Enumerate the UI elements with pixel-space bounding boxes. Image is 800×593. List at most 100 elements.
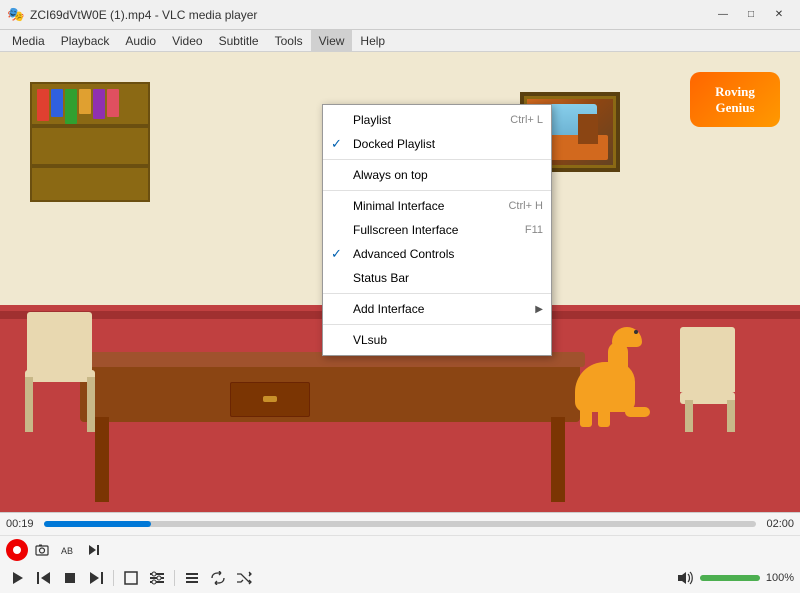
shelf-books <box>37 89 119 124</box>
loop-ab-icon: A B <box>60 542 76 558</box>
title-bar: 🎭 ZCI69dVtW0E (1).mp4 - VLC media player… <box>0 0 800 30</box>
volume-label: 100% <box>766 572 794 584</box>
snapshot-button[interactable] <box>30 539 54 561</box>
loop-ab-button[interactable]: A B <box>56 539 80 561</box>
maximize-button[interactable]: □ <box>738 5 764 25</box>
menu-vlsub-label: VLsub <box>353 333 387 347</box>
scene-logo: RovingGenius <box>690 72 780 127</box>
picture-rock <box>578 114 598 144</box>
menu-fullscreen-interface[interactable]: Fullscreen Interface F11 <box>323 218 551 242</box>
extended-controls-icon <box>149 571 165 585</box>
menu-section-5: VLsub <box>323 325 551 355</box>
advanced-controls-row: A B <box>0 535 800 563</box>
frame-advance-button[interactable] <box>82 539 106 561</box>
shelf-unit <box>30 82 150 202</box>
menu-always-on-top-label: Always on top <box>353 168 428 182</box>
stop-icon <box>64 572 76 584</box>
menu-minimal-interface-label: Minimal Interface <box>353 199 444 213</box>
book-1 <box>37 89 49 121</box>
total-time: 02:00 <box>762 518 794 530</box>
current-time: 00:19 <box>6 518 38 530</box>
menu-section-3: Minimal Interface Ctrl+ H Fullscreen Int… <box>323 191 551 294</box>
menu-add-interface[interactable]: Add Interface ▶ <box>323 297 551 321</box>
shelf-row-2 <box>32 164 148 168</box>
desk-leg-right <box>551 417 565 502</box>
loop-icon <box>210 571 226 585</box>
menu-vlsub[interactable]: VLsub <box>323 328 551 352</box>
menu-advanced-controls[interactable]: ✓ Advanced Controls <box>323 242 551 266</box>
volume-fill <box>700 575 760 581</box>
dino-leg1 <box>580 407 592 427</box>
loop-button[interactable] <box>206 567 230 589</box>
menu-help[interactable]: Help <box>352 30 393 51</box>
menu-view[interactable]: View <box>311 30 353 51</box>
menu-docked-playlist[interactable]: ✓ Docked Playlist <box>323 132 551 156</box>
book-5 <box>93 89 105 119</box>
menu-audio[interactable]: Audio <box>117 30 164 51</box>
menu-section-4: Add Interface ▶ <box>323 294 551 325</box>
svg-text:B: B <box>67 546 73 556</box>
chair-right-leg1 <box>685 400 693 432</box>
scene-bookshelf <box>30 82 150 202</box>
random-icon <box>236 571 252 585</box>
stop-button[interactable] <box>58 567 82 589</box>
fullscreen-button[interactable] <box>119 567 143 589</box>
app-icon: 🎭 <box>8 7 24 23</box>
book-6 <box>107 89 119 117</box>
chair-right-back <box>680 327 735 392</box>
previous-icon <box>36 571 52 585</box>
chair-leg-1 <box>25 377 33 432</box>
frame-advance-icon <box>86 542 102 558</box>
dino-leg2 <box>598 407 610 427</box>
controls-separator-2 <box>174 570 175 586</box>
chair-leg-2 <box>87 377 95 432</box>
window-title: ZCI69dVtW0E (1).mp4 - VLC media player <box>30 8 710 22</box>
play-icon <box>11 571 25 585</box>
video-area: RovingGenius Playlist Ctrl+ L ✓ Docked P… <box>0 52 800 512</box>
menu-video[interactable]: Video <box>164 30 210 51</box>
record-button[interactable] <box>6 539 28 561</box>
book-4 <box>79 89 91 114</box>
dino-tail <box>625 407 650 417</box>
scene-chair-right <box>680 332 740 432</box>
next-icon <box>88 571 104 585</box>
extended-controls-button[interactable] <box>145 567 169 589</box>
progress-track[interactable] <box>44 521 756 527</box>
menu-fullscreen-interface-label: Fullscreen Interface <box>353 223 458 237</box>
random-button[interactable] <box>232 567 256 589</box>
menu-playlist[interactable]: Playlist Ctrl+ L <box>323 108 551 132</box>
menu-tools[interactable]: Tools <box>267 30 311 51</box>
menu-advanced-controls-label: Advanced Controls <box>353 247 454 261</box>
play-button[interactable] <box>6 567 30 589</box>
scene-desk <box>80 362 580 422</box>
menu-section-1: Playlist Ctrl+ L ✓ Docked Playlist <box>323 105 551 160</box>
chair-right-leg2 <box>727 400 735 432</box>
previous-button[interactable] <box>32 567 56 589</box>
volume-icon-button[interactable] <box>674 567 698 589</box>
menu-section-2: Always on top <box>323 160 551 191</box>
volume-track[interactable] <box>700 575 760 581</box>
shelf-row-1 <box>32 124 148 128</box>
menu-media[interactable]: Media <box>4 30 53 51</box>
book-3 <box>65 89 77 124</box>
playlist-button[interactable] <box>180 567 204 589</box>
book-2 <box>51 89 63 117</box>
menu-status-bar[interactable]: Status Bar <box>323 266 551 290</box>
minimize-button[interactable]: — <box>710 5 736 25</box>
menu-subtitle[interactable]: Subtitle <box>211 30 267 51</box>
menu-playlist-shortcut: Ctrl+ L <box>510 114 543 126</box>
chair-seat <box>25 370 95 382</box>
menu-status-bar-label: Status Bar <box>353 271 409 285</box>
close-button[interactable]: ✕ <box>766 5 792 25</box>
volume-icon <box>677 571 695 585</box>
menu-minimal-interface[interactable]: Minimal Interface Ctrl+ H <box>323 194 551 218</box>
menu-minimal-shortcut: Ctrl+ H <box>508 200 543 212</box>
next-button[interactable] <box>84 567 108 589</box>
menu-playback[interactable]: Playback <box>53 30 118 51</box>
menu-always-on-top[interactable]: Always on top <box>323 163 551 187</box>
logo-text: RovingGenius <box>715 84 755 115</box>
bottom-controls: 00:19 02:00 A B <box>0 512 800 593</box>
main-controls-row: 100% <box>0 563 800 593</box>
menu-playlist-label: Playlist <box>353 113 391 127</box>
playlist-icon <box>185 571 199 585</box>
